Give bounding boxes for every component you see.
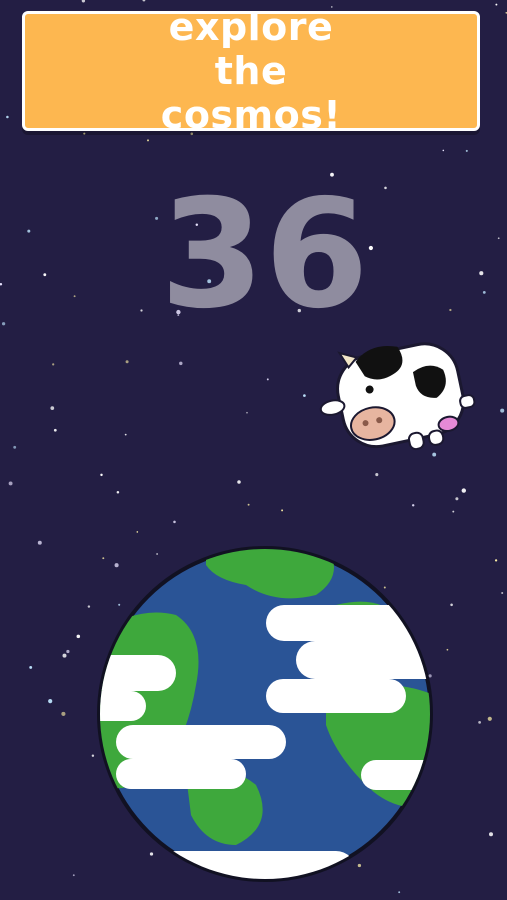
- star: [6, 115, 9, 119]
- star: [37, 540, 42, 545]
- cow-icon[interactable]: [312, 328, 482, 463]
- star: [497, 237, 500, 240]
- star: [100, 473, 103, 477]
- star: [29, 665, 33, 669]
- star: [179, 361, 183, 366]
- star: [375, 473, 379, 477]
- star: [489, 832, 493, 837]
- star: [147, 139, 149, 142]
- star: [411, 504, 415, 507]
- star: [173, 520, 176, 524]
- star: [455, 497, 459, 501]
- star: [461, 488, 466, 493]
- star: [50, 406, 55, 410]
- star: [281, 509, 284, 512]
- star: [442, 149, 445, 152]
- star: [237, 480, 241, 484]
- star: [124, 433, 127, 436]
- star: [91, 754, 95, 757]
- star: [0, 282, 3, 286]
- score-counter: 36: [160, 168, 369, 342]
- star: [142, 0, 146, 2]
- star: [125, 360, 129, 364]
- star: [52, 363, 55, 366]
- star: [446, 648, 449, 651]
- star: [487, 716, 492, 721]
- earth-icon[interactable]: [96, 545, 434, 883]
- star: [303, 394, 306, 397]
- star: [53, 428, 57, 432]
- star: [61, 711, 66, 716]
- star: [398, 891, 401, 894]
- star: [266, 378, 269, 381]
- star: [87, 605, 91, 608]
- star: [478, 721, 481, 724]
- star: [482, 290, 486, 294]
- star: [83, 132, 86, 135]
- star: [43, 273, 47, 277]
- star: [13, 445, 17, 449]
- star: [140, 309, 143, 312]
- star: [450, 603, 453, 607]
- explore-banner-button[interactable]: explore the cosmos!: [22, 5, 480, 137]
- game-stage[interactable]: explore the cosmos! 36: [0, 0, 507, 900]
- star: [384, 186, 387, 190]
- star: [62, 653, 67, 658]
- star: [368, 245, 373, 251]
- star: [479, 271, 484, 276]
- star: [449, 308, 452, 312]
- star: [8, 481, 13, 486]
- star: [73, 295, 76, 298]
- star: [501, 591, 504, 595]
- star: [72, 874, 75, 877]
- star: [76, 634, 81, 639]
- star: [155, 216, 159, 220]
- star: [494, 559, 498, 562]
- star: [495, 3, 498, 6]
- star: [246, 411, 248, 414]
- star: [136, 531, 139, 533]
- star: [27, 229, 31, 233]
- banner-label: explore the cosmos!: [160, 5, 342, 137]
- star: [66, 649, 70, 654]
- star: [81, 0, 86, 3]
- star: [48, 699, 53, 704]
- star: [465, 149, 468, 152]
- star: [452, 510, 455, 513]
- star: [1, 322, 6, 326]
- star: [116, 491, 120, 494]
- star: [500, 408, 505, 413]
- star: [247, 503, 250, 506]
